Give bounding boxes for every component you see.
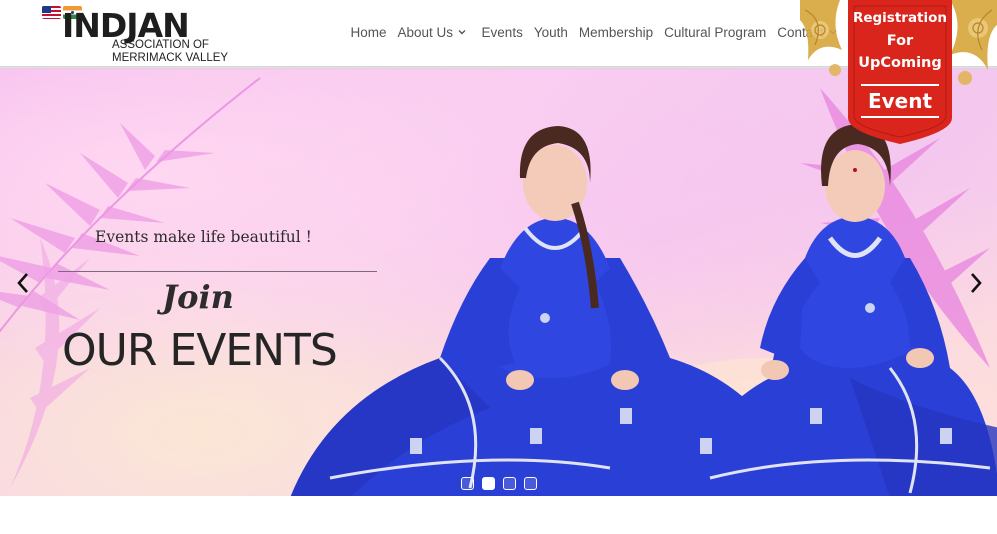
chevron-down-icon <box>458 30 466 35</box>
slider-dot[interactable] <box>461 477 474 490</box>
nav-home-label: Home <box>350 24 387 40</box>
hero-join-script: Join <box>162 278 234 316</box>
nav-youth[interactable]: Youth <box>534 25 568 40</box>
slider-next-arrow-icon[interactable] <box>968 272 984 294</box>
slider-dot[interactable] <box>524 477 537 490</box>
nav-youth-label: Youth <box>533 24 568 40</box>
nav-cultural-program-label: Cultural Program <box>664 24 767 40</box>
ribbon-divider-bottom <box>861 116 939 118</box>
nav-about-us[interactable]: About Us <box>398 25 468 40</box>
slider-dot-active[interactable] <box>482 477 495 490</box>
nav-home[interactable]: Home <box>351 25 387 40</box>
ribbon-line-3: UpComing <box>858 55 942 71</box>
logo-line-1: ASSOCIATION OF <box>112 39 209 51</box>
nav-events-label: Events <box>481 24 523 40</box>
ribbon-line-4: Event <box>867 89 933 113</box>
nav-cultural-program[interactable]: Cultural Program <box>664 25 766 40</box>
ribbon-divider-top <box>861 84 939 86</box>
slider-prev-arrow-icon[interactable] <box>15 272 31 294</box>
ribbon-line-2: For <box>886 33 914 49</box>
nav-events[interactable]: Events <box>482 25 523 40</box>
ribbon-line-1: Registration <box>852 10 948 26</box>
logo-line-2: MERRIMACK VALLEY <box>112 52 229 64</box>
site-logo[interactable]: INDJAN ASSOCIATION OF MERRIMACK VALLEY <box>40 4 240 64</box>
nav-membership[interactable]: Membership <box>579 25 653 40</box>
nav-about-us-label: About Us <box>397 24 454 40</box>
us-flag-icon <box>42 6 61 19</box>
nav-membership-label: Membership <box>578 24 654 40</box>
slider-pagination <box>461 477 545 490</box>
hero-tagline: Events make life beautiful ! <box>95 228 312 246</box>
slider-dot[interactable] <box>503 477 516 490</box>
main-nav: Home About Us Events Youth Membership Cu… <box>345 22 843 42</box>
dancers-photo <box>290 124 997 496</box>
